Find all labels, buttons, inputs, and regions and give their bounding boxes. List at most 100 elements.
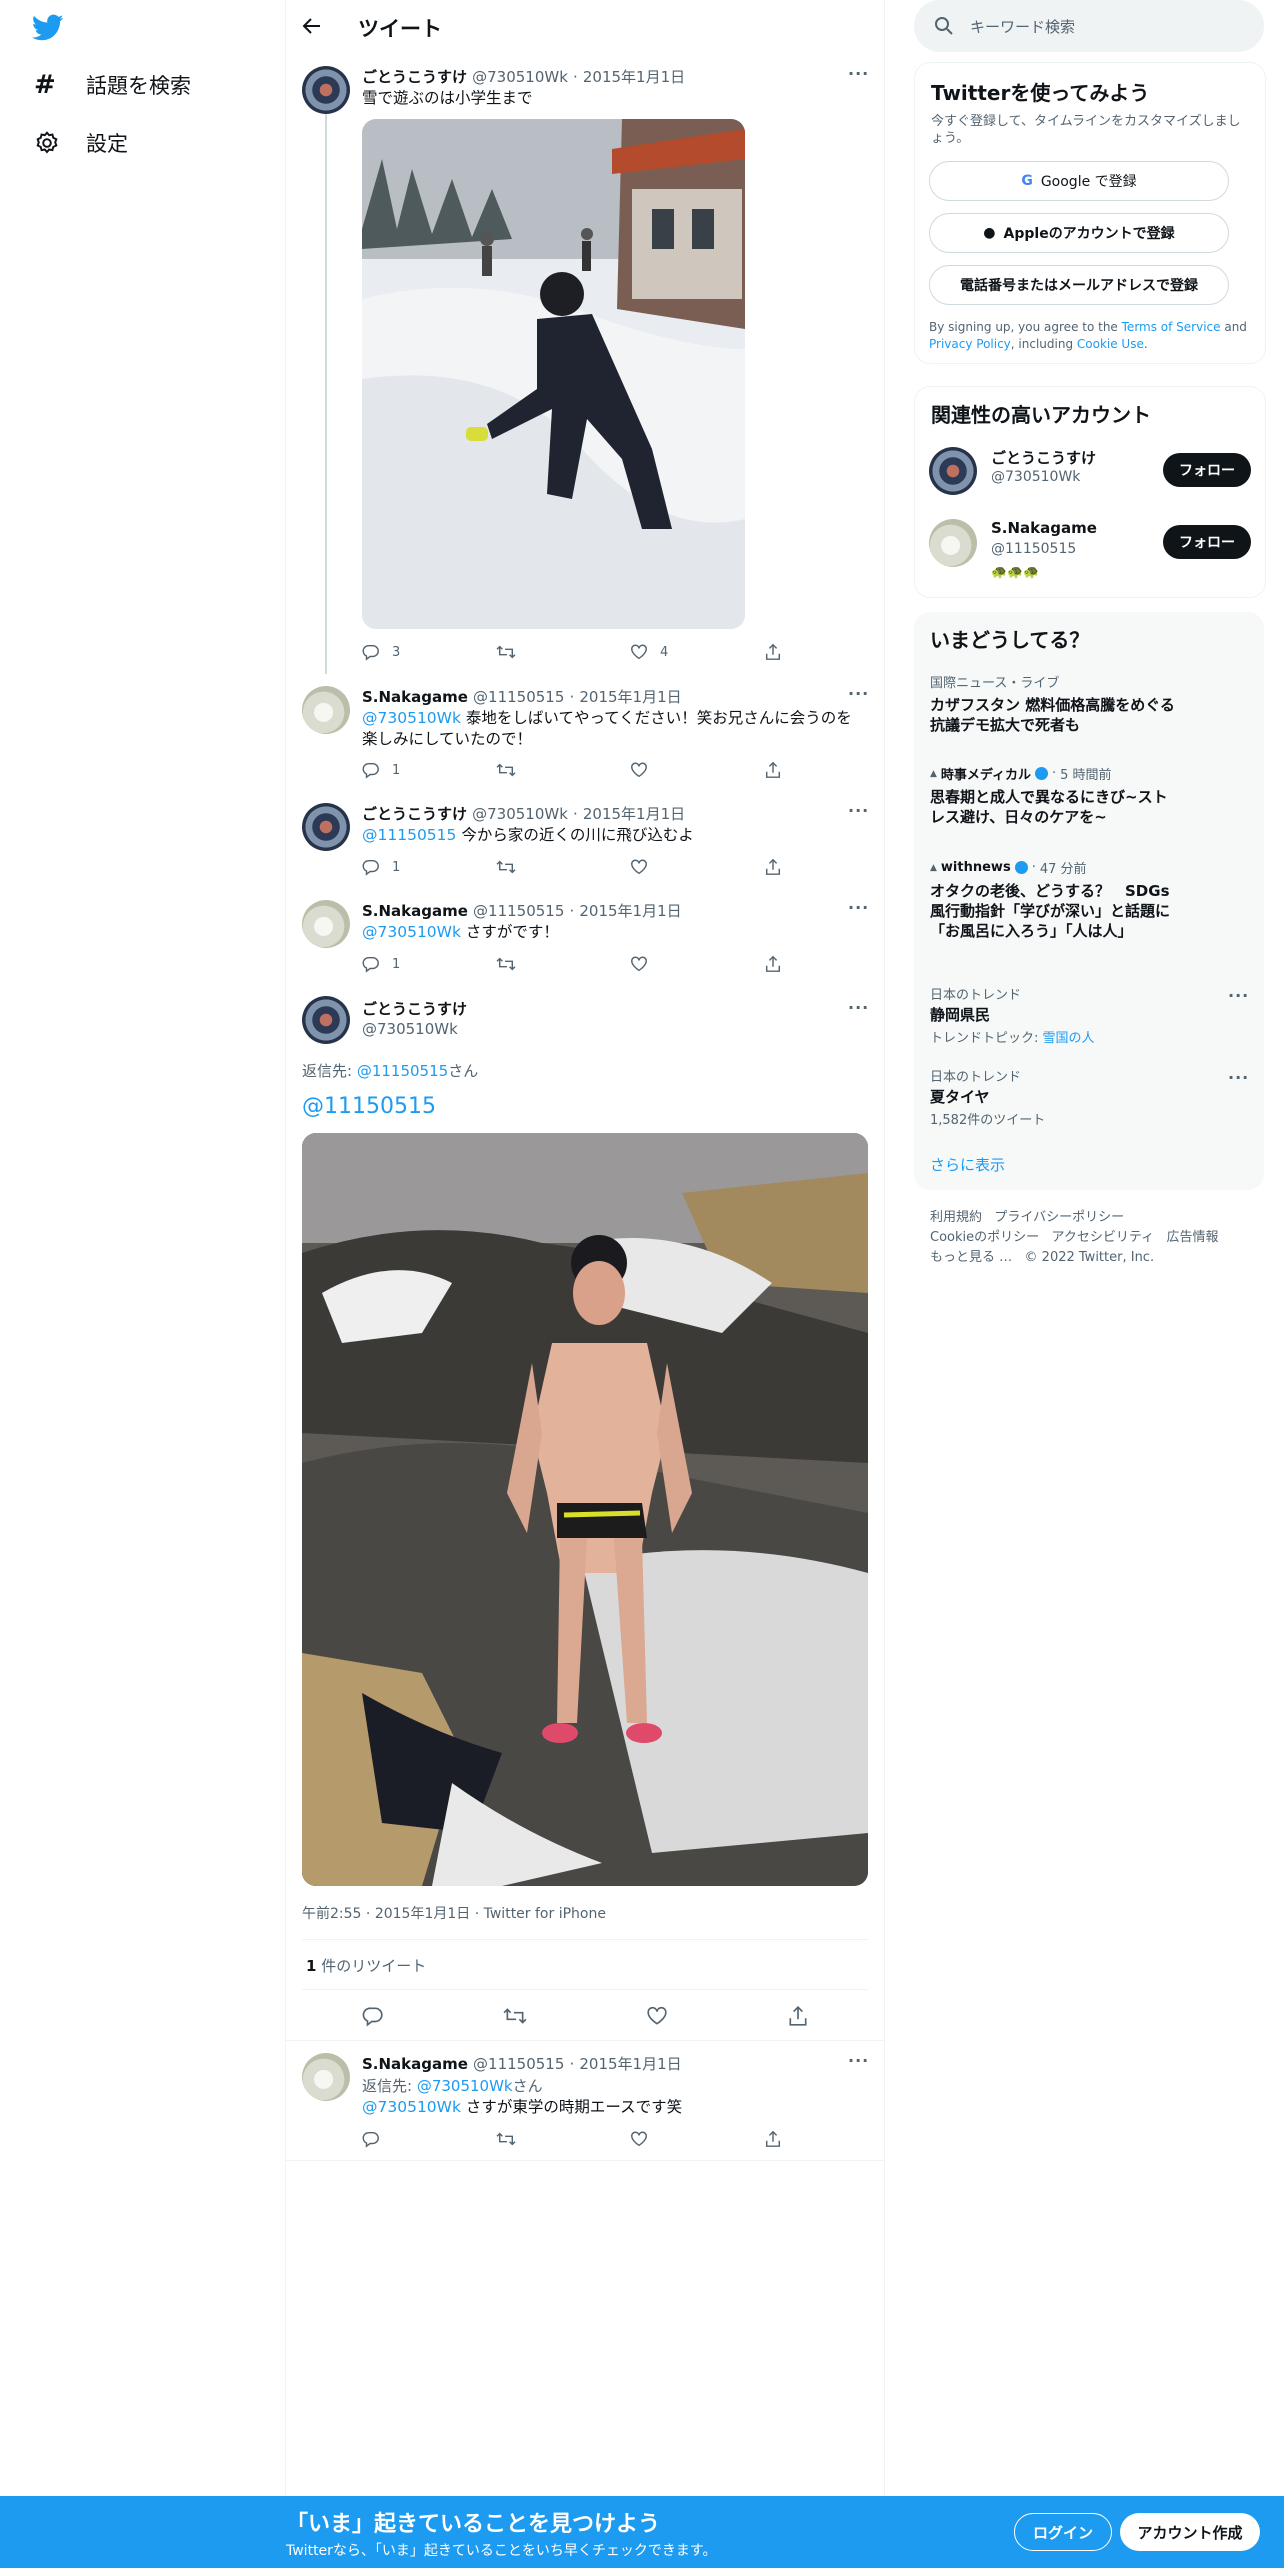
- apple-signup-button[interactable]: ● Appleのアカウントで登録: [929, 213, 1229, 253]
- account-name[interactable]: S.Nakagame: [991, 519, 1097, 537]
- like-button[interactable]: [630, 761, 764, 779]
- reply-button[interactable]: 3: [362, 643, 496, 661]
- avatar[interactable]: [302, 900, 350, 948]
- avatar[interactable]: [302, 66, 350, 114]
- more-icon[interactable]: ···: [848, 998, 869, 1017]
- nav-settings[interactable]: 設定: [34, 128, 128, 158]
- trend-item[interactable]: 日本のトレンド 夏タイヤ 1,582件のツイート: [930, 1066, 1230, 1128]
- more-icon[interactable]: ···: [848, 898, 869, 917]
- trend-item[interactable]: 日本のトレンド 静岡県民 トレンドトピック: 雪国の人: [930, 984, 1230, 1046]
- follow-button[interactable]: フォロー: [1163, 453, 1251, 487]
- more-icon[interactable]: ···: [848, 2051, 869, 2070]
- follow-button[interactable]: フォロー: [1163, 525, 1251, 559]
- author-name[interactable]: S.Nakagame: [362, 2055, 468, 2073]
- like-button[interactable]: [630, 858, 764, 876]
- reply-button[interactable]: 1: [362, 761, 496, 779]
- trend-topic-link[interactable]: 雪国の人: [1043, 1031, 1095, 1046]
- tweet-photo[interactable]: [302, 1133, 868, 1886]
- reply-to-link[interactable]: @11150515: [357, 1062, 448, 1080]
- footer-link[interactable]: 利用規約: [930, 1210, 982, 1225]
- retweet-button[interactable]: [496, 761, 630, 779]
- share-button[interactable]: [764, 858, 898, 876]
- author-handle[interactable]: @730510Wk: [362, 1020, 458, 1038]
- show-more-link[interactable]: さらに表示: [930, 1154, 1005, 1175]
- tweet-date[interactable]: 2015年1月1日: [583, 68, 685, 86]
- more-icon[interactable]: ···: [848, 684, 869, 703]
- author-name[interactable]: ごとうこうすけ: [362, 998, 467, 1019]
- tweet-date[interactable]: 2015年1月1日: [583, 805, 685, 823]
- share-button[interactable]: [764, 643, 898, 661]
- retweet-icon[interactable]: [503, 2005, 527, 2027]
- mention-link[interactable]: @11150515: [362, 826, 456, 844]
- author-handle[interactable]: @11150515: [473, 688, 564, 706]
- tweet-photo[interactable]: [362, 119, 745, 629]
- nav-explore[interactable]: # 話題を検索: [34, 70, 191, 100]
- retweet-button[interactable]: [496, 955, 630, 973]
- avatar[interactable]: [302, 2053, 350, 2101]
- reply-button[interactable]: 1: [362, 858, 496, 876]
- heart-icon[interactable]: [646, 2005, 668, 2027]
- retweet-stats[interactable]: 1 件のリツイート: [306, 1955, 426, 1976]
- share-button[interactable]: [764, 955, 898, 973]
- phone-signup-button[interactable]: 電話番号またはメールアドレスで登録: [929, 265, 1229, 305]
- tweet-date[interactable]: 2015年1月1日: [375, 1906, 470, 1922]
- create-account-button[interactable]: アカウント作成: [1120, 2513, 1260, 2551]
- footer-link[interactable]: もっと見る …: [930, 1250, 1012, 1265]
- more-icon[interactable]: ···: [1228, 1068, 1249, 1087]
- more-icon[interactable]: ···: [1228, 986, 1249, 1005]
- google-signup-button[interactable]: G Google で登録: [929, 161, 1229, 201]
- reply-button[interactable]: [362, 2130, 496, 2148]
- trend-item[interactable]: ▲ withnews · 47 分前 オタクの老後、どうする？ SDGs風行動指…: [930, 858, 1185, 941]
- avatar[interactable]: [929, 447, 977, 495]
- footer-link[interactable]: アクセシビリティ: [1052, 1230, 1155, 1245]
- author-handle[interactable]: @730510Wk: [472, 805, 568, 823]
- like-button[interactable]: [630, 955, 764, 973]
- login-button[interactable]: ログイン: [1014, 2513, 1112, 2551]
- search-box[interactable]: キーワード検索: [914, 0, 1264, 52]
- author-name[interactable]: S.Nakagame: [362, 902, 468, 920]
- author-handle[interactable]: @11150515: [473, 902, 564, 920]
- retweet-button[interactable]: [496, 643, 630, 661]
- footer-link[interactable]: Cookieのポリシー: [930, 1230, 1039, 1245]
- like-button[interactable]: 4: [630, 643, 764, 661]
- focus-tweet-text[interactable]: @11150515: [302, 1094, 436, 1119]
- twitter-logo-icon[interactable]: [32, 14, 64, 42]
- trend-item[interactable]: ▲ 時事メディカル · 5 時間前 思春期と成人で異なるにきび~ストレス避け、日…: [930, 764, 1180, 827]
- reply-to-link[interactable]: @730510Wk: [417, 2077, 513, 2095]
- share-icon[interactable]: [787, 2005, 809, 2027]
- tweet-date[interactable]: 2015年1月1日: [579, 902, 681, 920]
- author-name[interactable]: S.Nakagame: [362, 688, 468, 706]
- avatar[interactable]: [302, 996, 350, 1044]
- like-button[interactable]: [630, 2130, 764, 2148]
- footer-link[interactable]: プライバシーポリシー: [994, 1210, 1124, 1225]
- retweet-button[interactable]: [496, 2130, 630, 2148]
- avatar[interactable]: [929, 519, 977, 567]
- author-name[interactable]: ごとうこうすけ: [362, 68, 467, 86]
- mention-link[interactable]: @730510Wk: [362, 2098, 461, 2116]
- search-input[interactable]: キーワード検索: [970, 16, 1075, 37]
- cookie-link[interactable]: Cookie Use: [1077, 337, 1144, 351]
- author-name[interactable]: ごとうこうすけ: [362, 805, 467, 823]
- footer-link[interactable]: 広告情報: [1167, 1230, 1219, 1245]
- author-handle[interactable]: @11150515: [473, 2055, 564, 2073]
- trend-item[interactable]: 国際ニュース・ライブ カザフスタン 燃料価格高騰をめぐる抗議デモ拡大で死者も: [930, 672, 1180, 735]
- more-icon[interactable]: ···: [848, 64, 869, 83]
- tweet-date[interactable]: 2015年1月1日: [579, 688, 681, 706]
- more-icon[interactable]: ···: [848, 801, 869, 820]
- tos-link[interactable]: Terms of Service: [1122, 320, 1221, 334]
- avatar[interactable]: [302, 686, 350, 734]
- share-button[interactable]: [764, 761, 898, 779]
- reply-button[interactable]: 1: [362, 955, 496, 973]
- mention-link[interactable]: @730510Wk: [362, 709, 461, 727]
- avatar[interactable]: [302, 803, 350, 851]
- tweet-date[interactable]: 2015年1月1日: [579, 2055, 681, 2073]
- retweet-button[interactable]: [496, 858, 630, 876]
- account-name[interactable]: ごとうこうすけ: [991, 447, 1096, 468]
- share-button[interactable]: [764, 2130, 898, 2148]
- tweet-time[interactable]: 午前2:55: [302, 1906, 361, 1922]
- privacy-link[interactable]: Privacy Policy: [929, 337, 1011, 351]
- reply-icon[interactable]: [362, 2005, 384, 2027]
- mention-link[interactable]: @730510Wk: [362, 923, 461, 941]
- author-handle[interactable]: @730510Wk: [472, 68, 568, 86]
- back-arrow-icon[interactable]: [302, 16, 322, 36]
